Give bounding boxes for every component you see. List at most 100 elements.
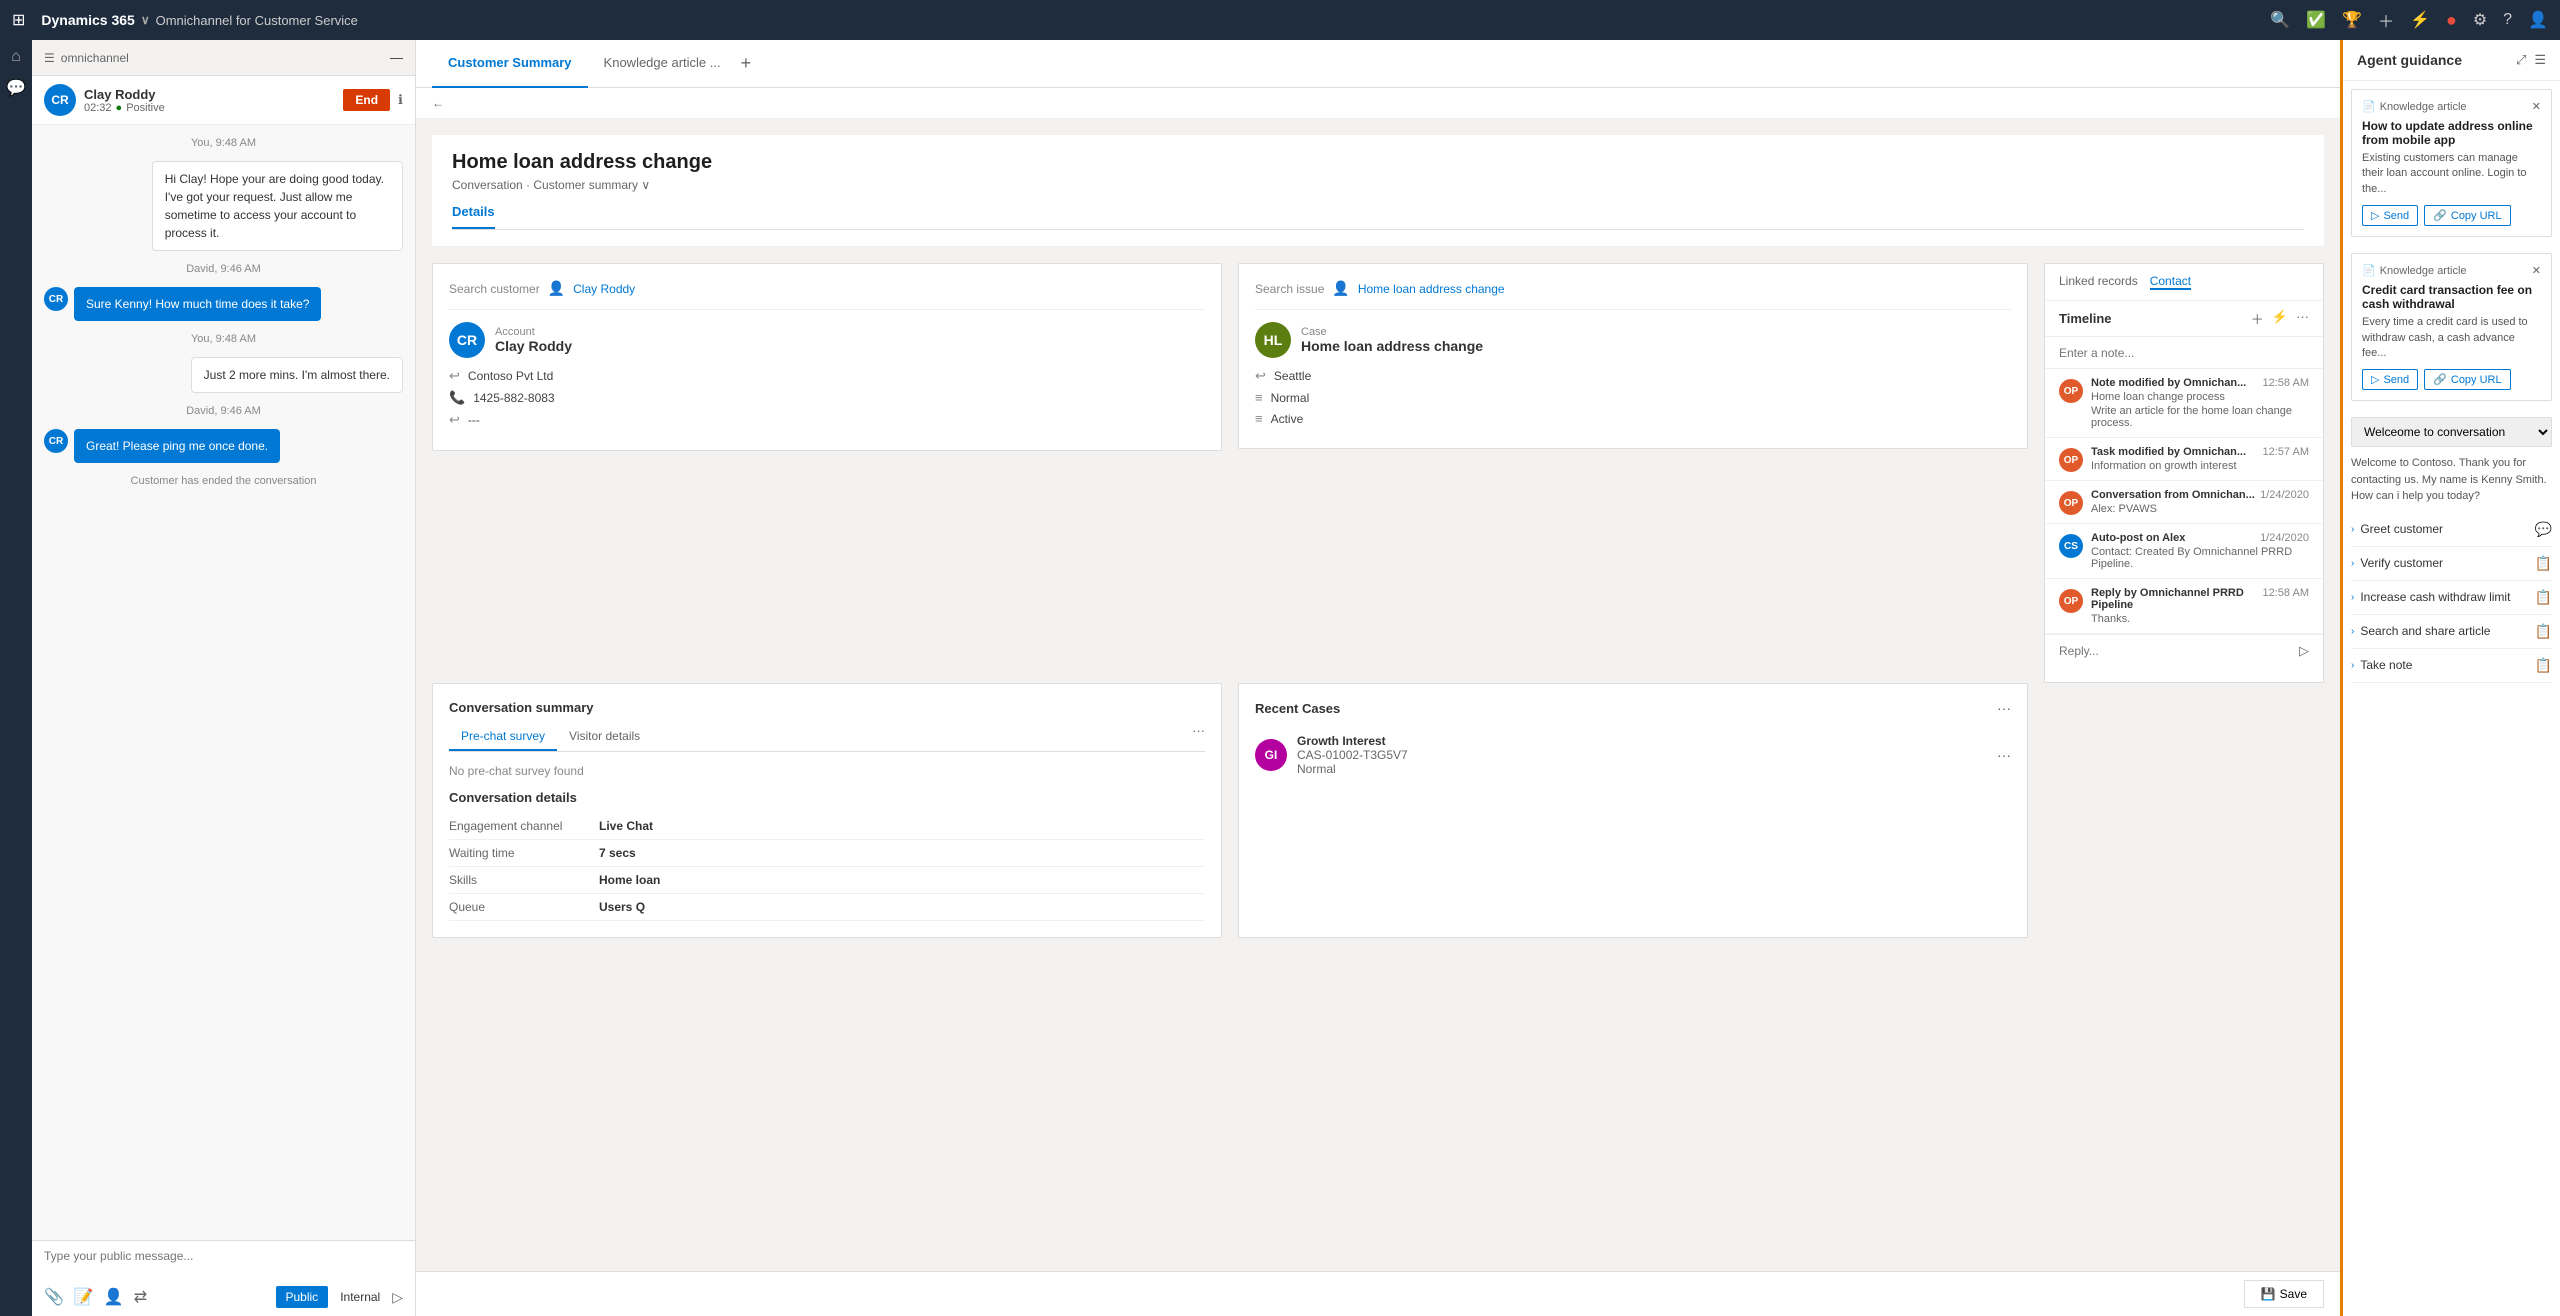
- queue-row: Queue Users Q: [449, 894, 1205, 921]
- linked-records-tab[interactable]: Linked records: [2059, 274, 2138, 290]
- agent-message: Just 2 more mins. I'm almost there.: [44, 357, 403, 393]
- timeline-note-input[interactable]: [2045, 337, 2323, 369]
- filter-icon[interactable]: ⚡: [2410, 10, 2430, 30]
- internal-button[interactable]: Internal: [332, 1286, 388, 1308]
- transfer-icon[interactable]: ⇄: [134, 1287, 147, 1307]
- plus-icon[interactable]: ＋: [2378, 8, 2394, 32]
- save-button[interactable]: 💾 Save: [2244, 1280, 2324, 1308]
- article-body-2: Every time a credit card is used to with…: [2362, 315, 2541, 361]
- chat-menu-icon[interactable]: ☰: [44, 51, 55, 65]
- sidebar-chat-icon[interactable]: 💬: [6, 78, 26, 98]
- timeline-title: Timeline: [2059, 311, 2112, 326]
- minimize-icon[interactable]: —: [390, 50, 403, 65]
- step-increase-limit[interactable]: › Increase cash withdraw limit 📋: [2351, 581, 2552, 615]
- phone-row: 📞 1425-882-8083: [449, 390, 1205, 406]
- extra-icon: ↩: [449, 412, 460, 428]
- app-grid-icon[interactable]: ⊞: [12, 10, 25, 30]
- location-value: Seattle: [1274, 369, 1311, 383]
- article-copy-button-1[interactable]: 🔗 Copy URL: [2424, 205, 2510, 226]
- brand: Dynamics 365 ∨ Omnichannel for Customer …: [41, 12, 358, 28]
- tab-customer-summary[interactable]: Customer Summary: [432, 40, 588, 88]
- timestamp: David, 9:46 AM: [44, 405, 403, 417]
- note-input-field[interactable]: [2059, 346, 2309, 360]
- customer-avatar: CR: [44, 429, 68, 453]
- chat-input-area: 📎 📝 👤 ⇄ Public Internal ▷: [32, 1240, 415, 1316]
- alert-icon[interactable]: ●: [2446, 10, 2457, 31]
- timeline-add-icon[interactable]: ＋: [2251, 309, 2264, 328]
- ag-expand-icon[interactable]: ⤢: [2516, 52, 2526, 68]
- chat-messages: You, 9:48 AM Hi Clay! Hope your are doin…: [32, 125, 415, 1240]
- step-take-note[interactable]: › Take note 📋: [2351, 649, 2552, 683]
- public-button[interactable]: Public: [276, 1286, 329, 1308]
- article-type-label-2: Knowledge article: [2380, 265, 2467, 277]
- customer-link[interactable]: Clay Roddy: [573, 282, 635, 296]
- person-add-icon[interactable]: 👤: [104, 1287, 124, 1307]
- checkmark-circle-icon[interactable]: ✅: [2306, 10, 2326, 30]
- ag-dropdown[interactable]: Welceome to conversation: [2351, 417, 2552, 447]
- article-send-button-1[interactable]: ▷ Send: [2362, 205, 2418, 226]
- timeline-item: OP Conversation from Omnichan... 1/24/20…: [2045, 481, 2323, 524]
- card-search-issue: Search issue 👤 Home loan address change: [1255, 280, 2011, 310]
- issue-link[interactable]: Home loan address change: [1358, 282, 1505, 296]
- article-close-icon-1[interactable]: ✕: [2532, 100, 2541, 113]
- tab-knowledge-article[interactable]: Knowledge article ...: [588, 40, 737, 88]
- welcome-dropdown[interactable]: Welceome to conversation: [2351, 417, 2552, 447]
- timeline-item: OP Note modified by Omnichan... 12:58 AM…: [2045, 369, 2323, 438]
- note-icon[interactable]: 📝: [74, 1287, 94, 1307]
- article-copy-button-2[interactable]: 🔗 Copy URL: [2424, 369, 2510, 390]
- sidebar-home-icon[interactable]: ⌂: [11, 48, 21, 66]
- message-bubble: Just 2 more mins. I'm almost there.: [191, 357, 403, 393]
- reply-input[interactable]: [2059, 644, 2299, 658]
- waiting-label: Waiting time: [449, 846, 599, 860]
- tl-subtitle: Thanks.: [2091, 613, 2309, 625]
- article-close-icon-2[interactable]: ✕: [2532, 264, 2541, 277]
- step-greet-customer[interactable]: › Greet customer 💬: [2351, 513, 2552, 547]
- timeline-more-icon[interactable]: ···: [2296, 309, 2309, 328]
- case-name: Home loan address change: [1301, 338, 1483, 354]
- ag-list-icon[interactable]: ☰: [2534, 52, 2546, 68]
- reply-send-icon[interactable]: ▷: [2299, 643, 2309, 659]
- linked-records-panel: Linked records Contact Timeline ＋ ⚡ ···: [2044, 263, 2324, 683]
- pre-chat-tab[interactable]: Pre-chat survey: [449, 723, 557, 751]
- conv-more-icon[interactable]: ···: [1192, 723, 1205, 751]
- case-tab-details[interactable]: Details: [452, 204, 495, 229]
- trophy-icon[interactable]: 🏆: [2342, 10, 2362, 30]
- save-icon: 💾: [2261, 1287, 2276, 1301]
- step-verify-customer[interactable]: › Verify customer 📋: [2351, 547, 2552, 581]
- send-icon[interactable]: ▷: [392, 1289, 403, 1306]
- case-item-more-icon[interactable]: ···: [1997, 747, 2011, 763]
- end-button[interactable]: End: [343, 89, 390, 111]
- account-type-label: Account: [495, 326, 572, 338]
- step-chevron: ›: [2351, 592, 2354, 603]
- user-icon[interactable]: 👤: [2528, 10, 2548, 30]
- customer-message-row: CR Great! Please ping me once done.: [44, 429, 403, 463]
- account-name: Clay Roddy: [495, 338, 572, 354]
- attachment-icon[interactable]: 📎: [44, 1287, 64, 1307]
- timeline-item: CS Auto-post on Alex 1/24/2020 Contact: …: [2045, 524, 2323, 579]
- article-send-button-2[interactable]: ▷ Send: [2362, 369, 2418, 390]
- info-icon[interactable]: ℹ: [398, 92, 403, 108]
- ag-header: Agent guidance ⤢ ☰: [2343, 40, 2560, 81]
- step-search-share[interactable]: › Search and share article 📋: [2351, 615, 2552, 649]
- visitor-details-tab[interactable]: Visitor details: [557, 723, 652, 751]
- message-bubble: Sure Kenny! How much time does it take?: [74, 287, 321, 321]
- timestamp: You, 9:48 AM: [44, 137, 403, 149]
- phone-icon: 📞: [449, 390, 465, 406]
- tl-subtitle: Home loan change process: [2091, 391, 2309, 403]
- chat-panel: ☰ omnichannel — CR Clay Roddy 02:32 ● Po…: [32, 40, 416, 1316]
- help-icon[interactable]: ?: [2503, 11, 2512, 29]
- tab-add-button[interactable]: +: [741, 53, 752, 74]
- company-name: Contoso Pvt Ltd: [468, 369, 553, 383]
- extra-value: ---: [468, 413, 480, 427]
- timeline-filter-icon[interactable]: ⚡: [2272, 309, 2288, 328]
- knowledge-article-card-1: 📄 Knowledge article ✕ How to update addr…: [2351, 89, 2552, 237]
- breadcrumb-back-icon[interactable]: ←: [432, 96, 444, 110]
- settings-icon[interactable]: ⚙: [2473, 10, 2487, 30]
- chat-input[interactable]: [44, 1249, 403, 1277]
- step-label: Verify customer: [2360, 556, 2443, 570]
- case-item-title: Growth Interest: [1297, 734, 1987, 748]
- contact-tab[interactable]: Contact: [2150, 274, 2191, 290]
- spacer: [2044, 683, 2324, 938]
- search-icon[interactable]: 🔍: [2270, 10, 2290, 30]
- recent-cases-more-icon[interactable]: ···: [1997, 700, 2011, 716]
